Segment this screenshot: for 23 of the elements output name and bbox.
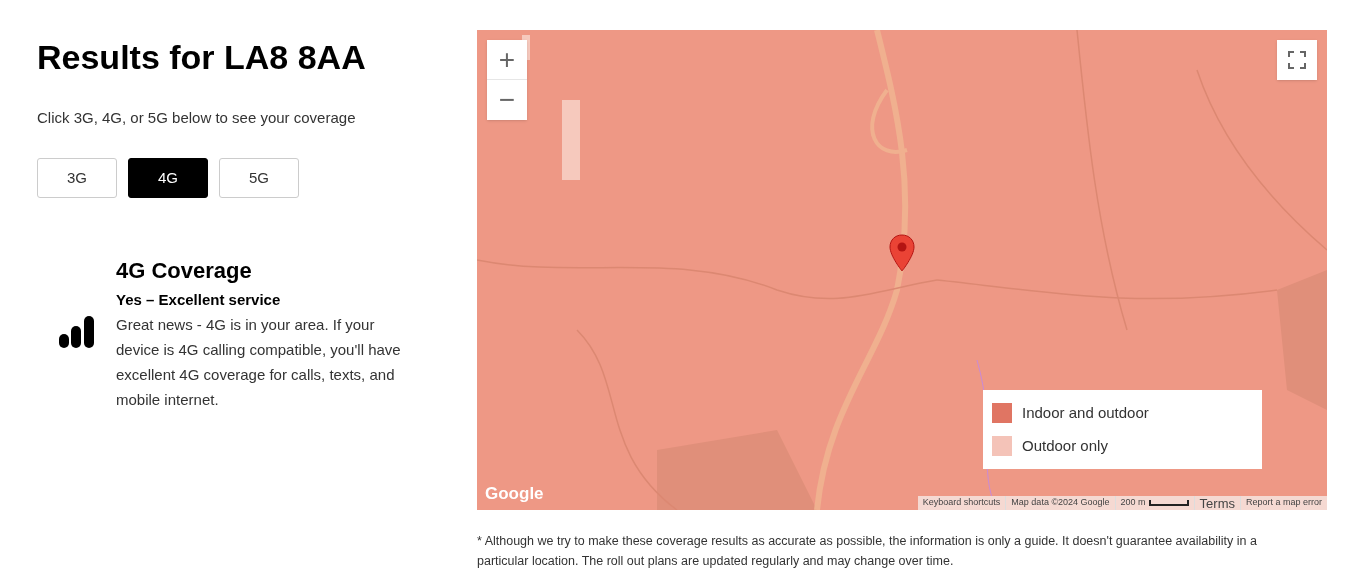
zoom-out-button[interactable]: −: [487, 80, 527, 120]
coverage-verdict: Yes – Excellent service: [116, 290, 282, 310]
legend-label: Outdoor only: [1022, 435, 1108, 456]
network-tab[interactable]: 4G: [128, 158, 208, 198]
coverage-description: Great news - 4G is in your area. If your device is 4G calling compatible, you'll have excellent 4G coverage for calls, texts, and mobile internet.: [116, 314, 402, 410]
attribution-link[interactable]: Keyboard shortcuts: [917, 496, 1007, 510]
map-pin-icon: [889, 234, 915, 272]
fullscreen-button[interactable]: [1277, 40, 1317, 80]
instruction-text: Click 3G, 4G, or 5G below to see your coverage: [37, 107, 357, 128]
zoom-in-button[interactable]: +: [487, 40, 527, 80]
disclaimer-text: * Although we try to make these coverage results as accurate as possible, the information is only a guide. It doesn't guarantee availability in a particular location. The roll out plans are updated regularly and may change over time.: [477, 533, 1258, 570]
terms-link[interactable]: Terms: [1193, 496, 1241, 510]
scale-bar-icon: [1148, 500, 1189, 506]
attribution-link[interactable]: Map data ©2024 Google: [1006, 496, 1116, 510]
report-error-link[interactable]: Report a map error: [1240, 496, 1327, 510]
network-tab[interactable]: 5G: [219, 158, 299, 198]
legend-label: Indoor and outdoor: [1022, 403, 1149, 423]
fullscreen-icon: [1288, 51, 1306, 69]
network-tab[interactable]: 3G: [37, 158, 117, 198]
coverage-title: 4G Coverage: [116, 257, 253, 285]
page-title: Results for LA8 8AA: [37, 37, 367, 78]
scale-label: 200 m: [1119, 496, 1147, 510]
google-logo: Google: [485, 482, 544, 505]
